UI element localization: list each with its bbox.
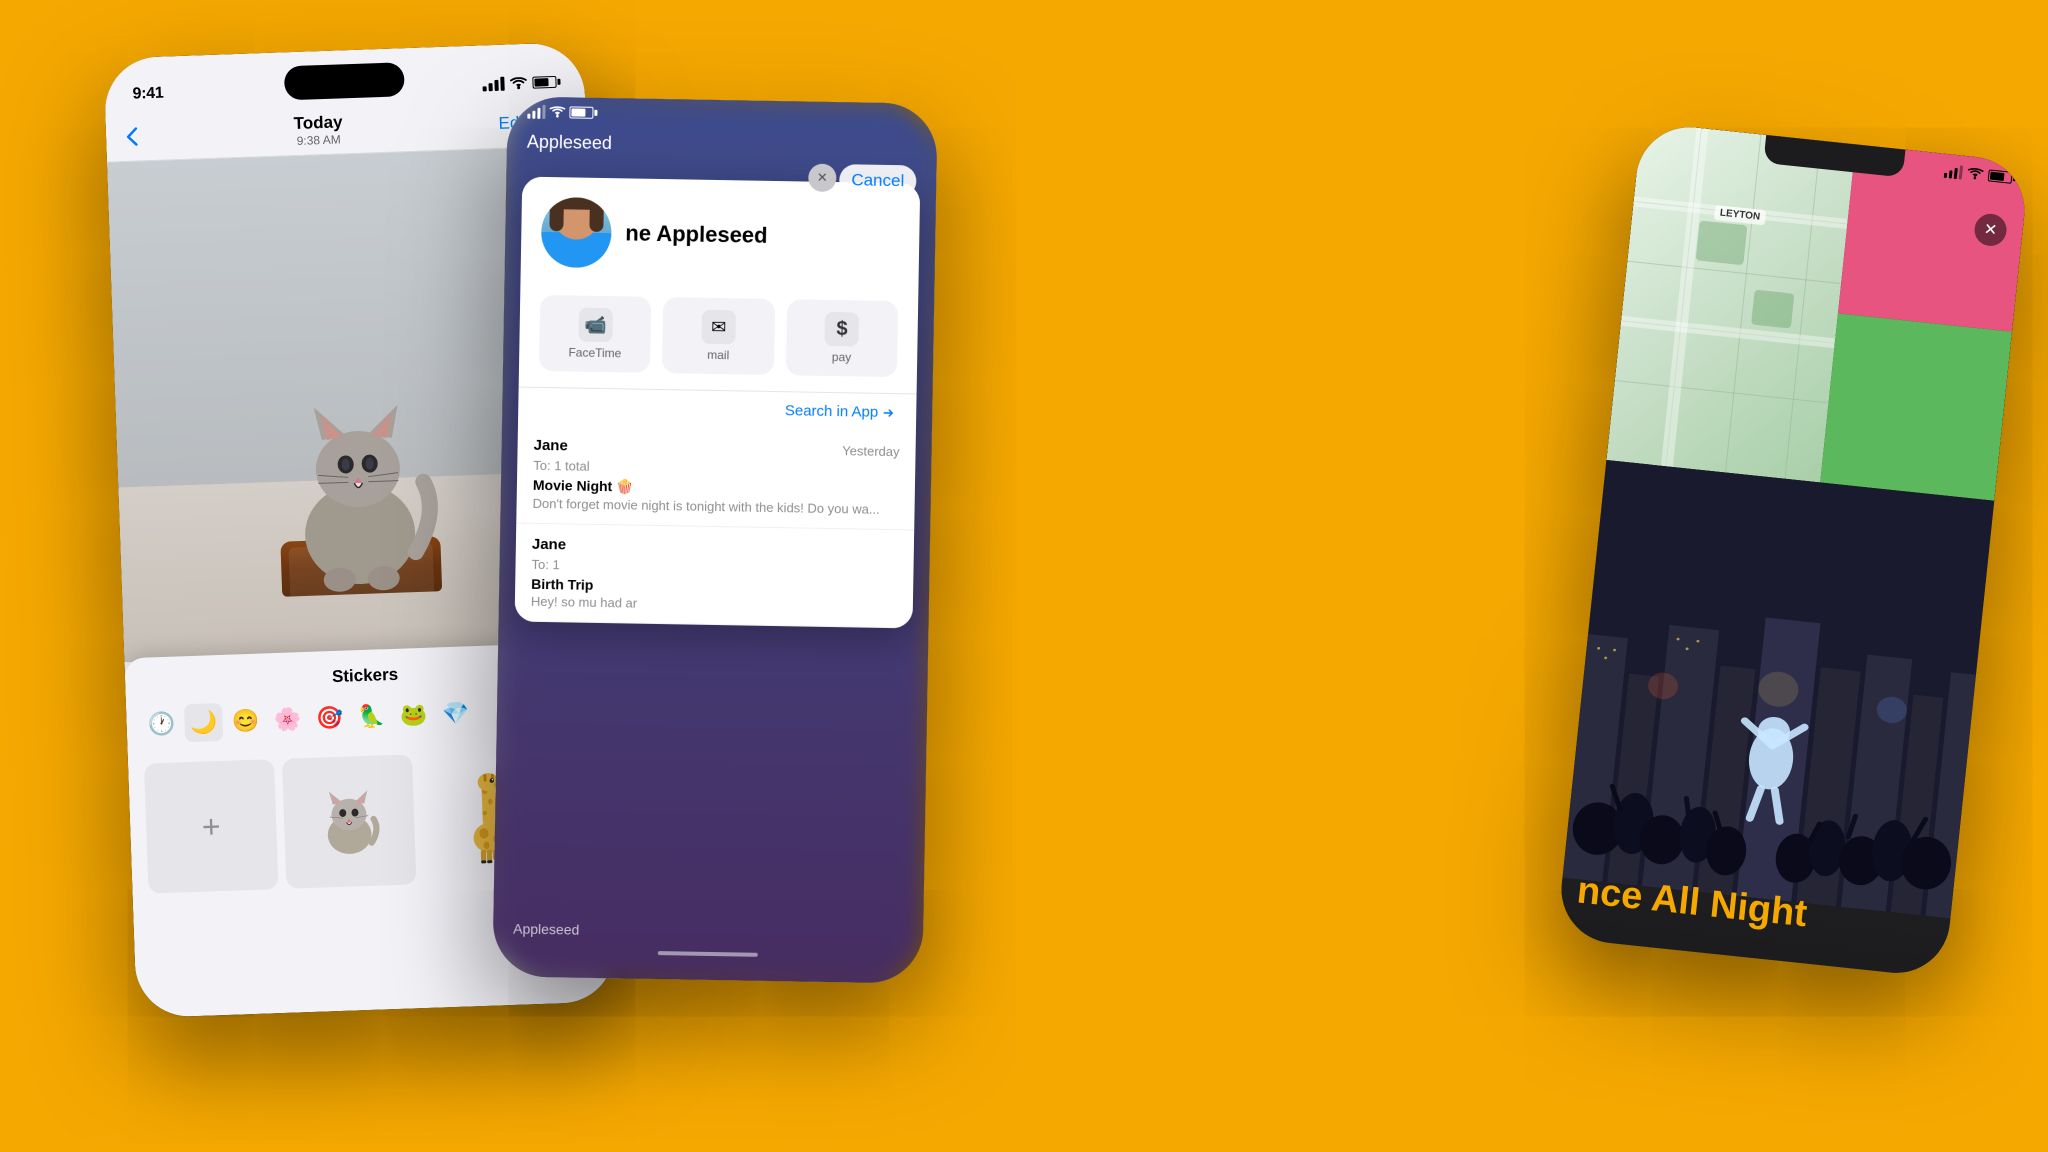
contact-actions: 📹 FaceTime ✉ mail $ pay xyxy=(519,287,919,394)
dynamic-island xyxy=(284,62,405,100)
stickers-title: Stickers xyxy=(332,665,399,687)
phone-2-screen: Appleseed Cancel ✕ xyxy=(492,96,937,983)
contact-label-top: Appleseed xyxy=(527,132,612,154)
signal-bars-2-icon xyxy=(527,105,545,119)
phone-3-screen: LEYTON ✕ xyxy=(1556,122,2030,978)
mail-sender-2: Jane xyxy=(532,536,566,554)
phone-1-time: 9:41 xyxy=(132,85,163,104)
battery-2-icon xyxy=(569,106,593,118)
phone-2-icons xyxy=(527,105,593,120)
nav-title: Today 9:38 AM xyxy=(293,112,343,148)
sticker-tab-frog[interactable]: 🐸 xyxy=(394,696,433,735)
facetime-label: FaceTime xyxy=(568,345,621,360)
mail-sender-1: Jane xyxy=(533,437,567,455)
contact-card: ne Appleseed 📹 FaceTime ✉ mail $ pay xyxy=(515,177,921,629)
mail-action-icon: ✉ xyxy=(701,310,736,345)
mail-recipient-1: To: 1 total xyxy=(533,458,899,479)
sticker-tab-moon[interactable]: 🌙 xyxy=(184,703,223,742)
phone-1-status-icons xyxy=(482,75,556,92)
map-grid-icon xyxy=(1606,122,1855,483)
wifi-2-icon xyxy=(549,106,565,118)
sticker-tab-bird[interactable]: 🦜 xyxy=(352,697,391,736)
wifi-3-icon xyxy=(1967,167,1984,181)
sticker-tab-smiley[interactable]: 😊 xyxy=(226,701,265,740)
signal-bars-3-icon xyxy=(1944,164,1963,180)
collage-bottom: nce All Night xyxy=(1556,460,1994,978)
cat-sticker-icon xyxy=(313,785,385,857)
facetime-action-button[interactable]: 📹 FaceTime xyxy=(539,295,652,373)
crowd-silhouette xyxy=(1562,460,1994,918)
mail-label: mail xyxy=(707,348,729,362)
wifi-icon xyxy=(509,76,527,90)
pay-action-button[interactable]: $ pay xyxy=(786,299,899,377)
signal-bars-icon xyxy=(482,77,504,92)
crowd-silhouette-icon xyxy=(1562,460,1994,918)
mail-action-button[interactable]: ✉ mail xyxy=(662,297,775,375)
back-chevron-icon xyxy=(126,126,139,146)
sticker-add-button[interactable]: + xyxy=(144,759,278,893)
phone-3: LEYTON ✕ xyxy=(1556,122,2030,978)
mail-item-1-header: Jane Yesterday xyxy=(533,437,899,460)
battery-icon xyxy=(532,76,556,89)
collage-map: LEYTON xyxy=(1606,122,1855,483)
battery-3-icon xyxy=(1988,169,2013,183)
sticker-tab-recent[interactable]: 🕐 xyxy=(142,704,181,743)
mail-item-2-header: Jane xyxy=(532,536,898,559)
facetime-icon: 📹 xyxy=(578,308,613,343)
pay-label: pay xyxy=(832,350,852,364)
appleseed-bottom-label: Appleseed xyxy=(513,921,579,938)
phone-2: Appleseed Cancel ✕ xyxy=(492,96,937,983)
collage-green xyxy=(1820,313,2012,500)
back-button[interactable] xyxy=(126,126,139,146)
cancel-button[interactable]: Cancel xyxy=(839,164,916,197)
search-in-app-text: Search in App xyxy=(785,402,897,421)
mail-item-2[interactable]: Jane To: 1 Birth Trip Hey! so mu had ar xyxy=(515,524,915,629)
mail-item-1[interactable]: Jane Yesterday To: 1 total Movie Night 🍿… xyxy=(516,425,916,531)
mail-date-1: Yesterday xyxy=(842,443,900,459)
cat-image xyxy=(265,371,453,597)
pay-action-icon: $ xyxy=(825,312,860,347)
search-arrow-icon xyxy=(882,405,896,419)
sticker-tab-target[interactable]: 🎯 xyxy=(310,699,349,738)
sticker-cat[interactable] xyxy=(282,754,416,888)
contact-avatar xyxy=(541,197,612,268)
mail-recipient-2: To: 1 xyxy=(531,557,897,578)
sticker-tab-fancy[interactable]: 🌸 xyxy=(268,700,307,739)
contact-name: ne Appleseed xyxy=(625,220,768,248)
sticker-tab-gem[interactable]: 💎 xyxy=(436,694,475,733)
